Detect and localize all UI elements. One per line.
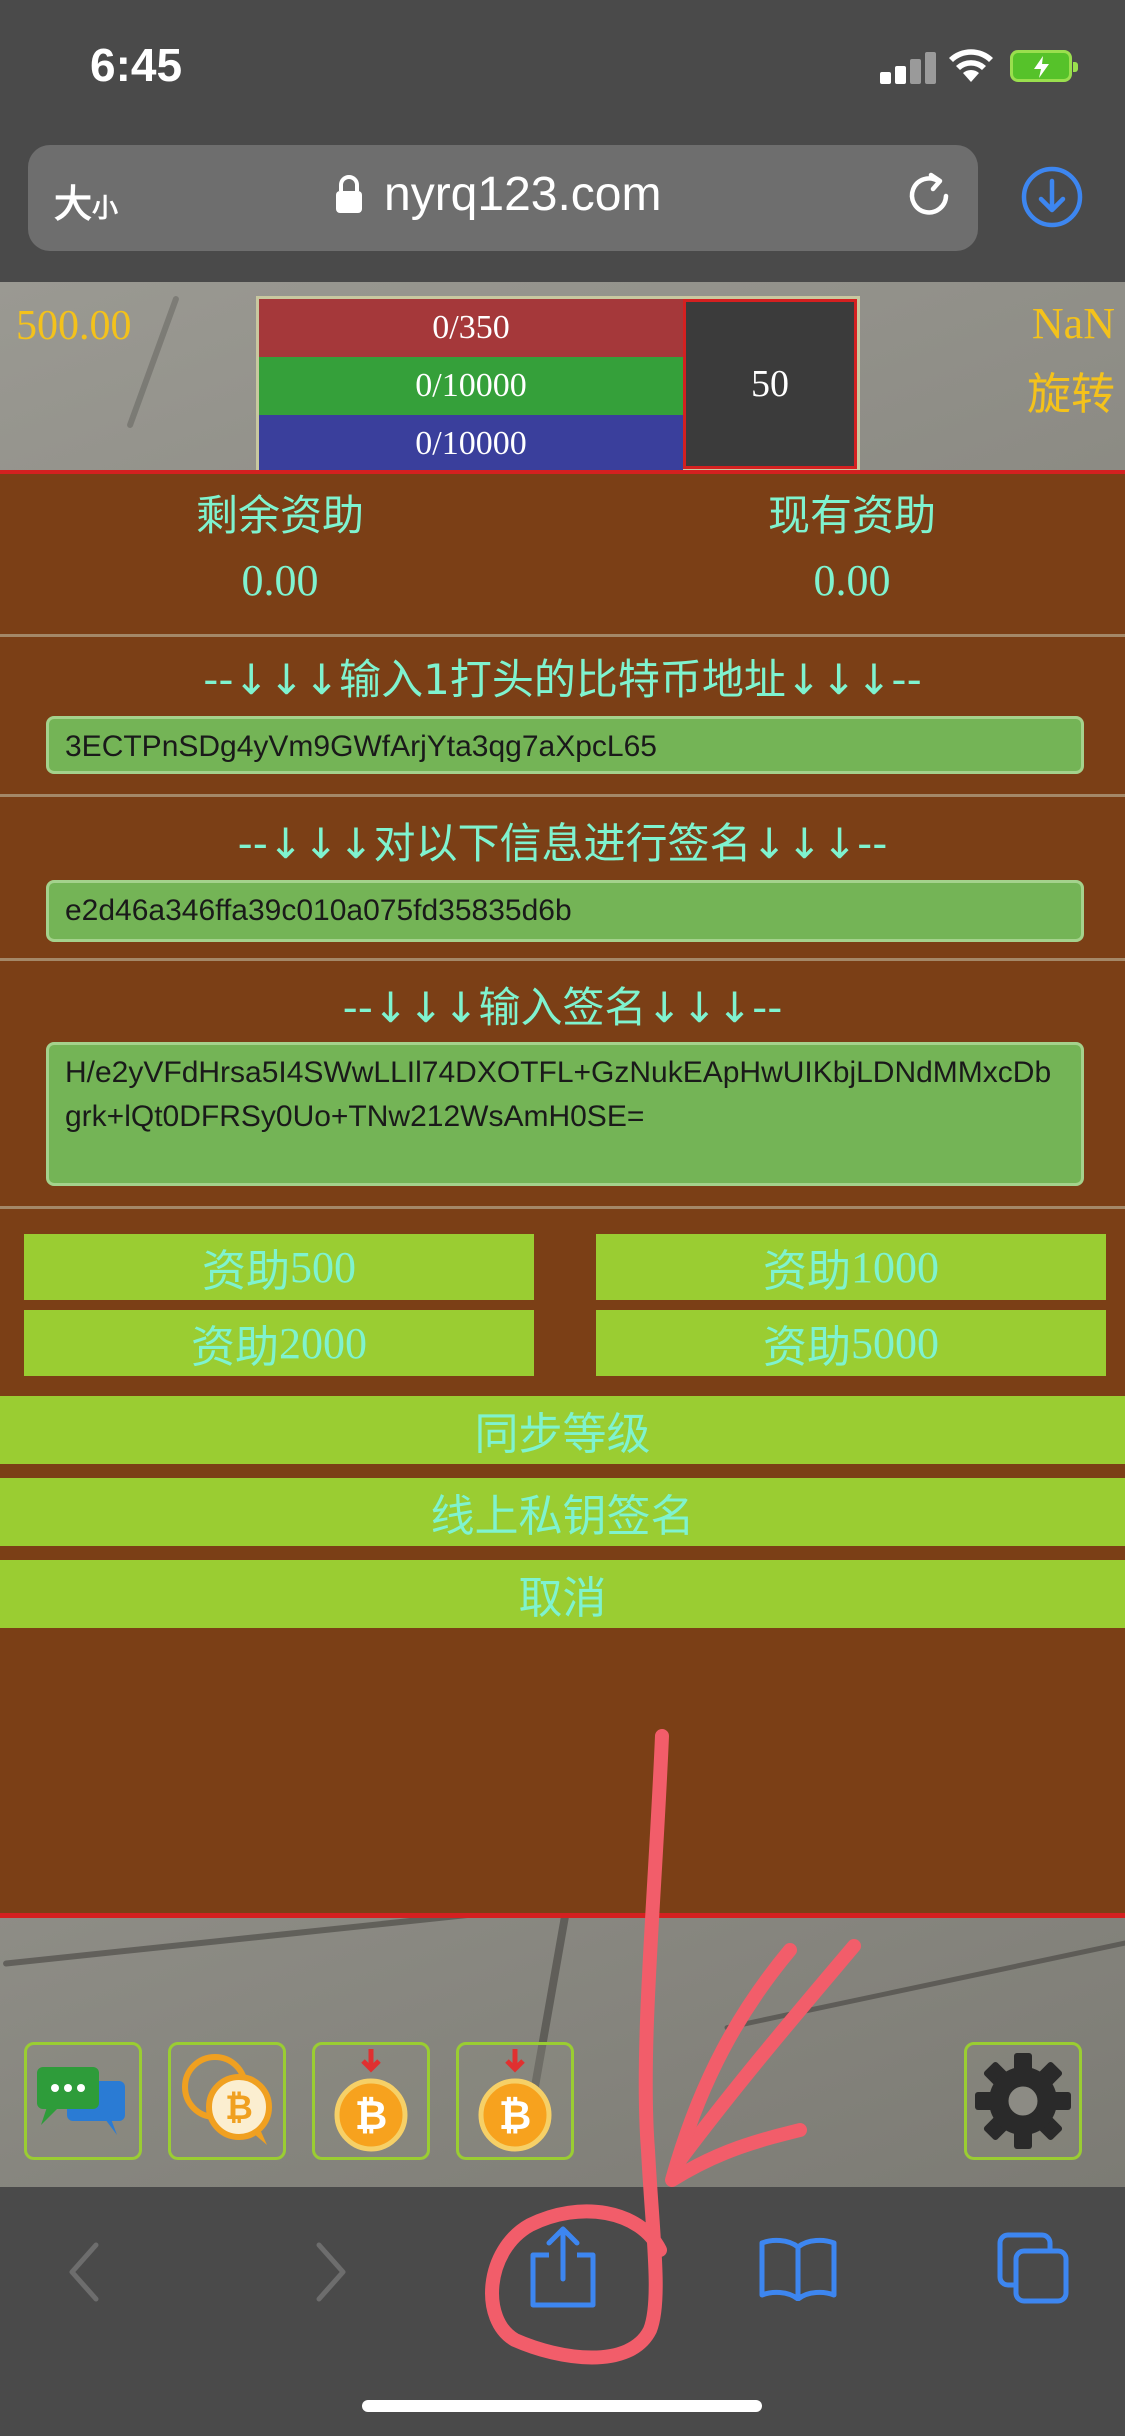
fund-500-button[interactable]: 资助 500 [24,1234,534,1300]
fund-5000-button[interactable]: 资助 5000 [596,1310,1106,1376]
remaining-funds-label: 剩余资助 [195,491,364,540]
battery-charging-icon [1010,50,1078,82]
signature-section-title: --↓↓↓输入签名↓↓↓-- [342,983,783,1032]
svg-text:₿: ₿ [499,2093,532,2139]
back-icon[interactable] [60,2237,110,2307]
funds-row: 剩余资助 0.00 现有资助 0.00 [0,474,1125,634]
forward-icon[interactable] [305,2237,355,2307]
divider [0,1206,1125,1209]
divider [0,794,1125,797]
current-funds-label: 现有资助 [767,491,936,540]
wifi-icon [949,49,993,82]
address-bar[interactable]: 大小 nyrq123.com [28,145,978,251]
gear-icon[interactable] [964,2042,1082,2160]
text-size-small: 小 [92,193,119,223]
bookmarks-icon[interactable] [758,2235,838,2301]
tabs-icon[interactable] [996,2231,1072,2307]
divider [0,634,1125,637]
rotate-button[interactable]: 旋转 [1027,358,1115,422]
money-amount: 500.00 [16,303,132,349]
home-indicator [362,2400,762,2412]
background-crack [126,295,180,429]
url-text: nyrq123.com [384,168,662,221]
level-box: 50 [683,299,857,469]
current-funds: 现有资助 0.00 [662,486,1042,616]
text-size-button[interactable]: 大小 [54,173,118,228]
share-icon[interactable] [525,2225,601,2309]
sync-level-button[interactable]: 同步等级 [0,1396,1125,1464]
bitcoin-download-icon[interactable]: ₿ [456,2042,574,2160]
current-funds-value: 0.00 [813,556,891,605]
fund-5000-num: 5000 [851,1318,939,1368]
address-section-title: --↓↓↓输入1打头的比特币地址↓↓↓-- [203,655,922,704]
web-page: 500.00 NaN 旋转 0/350 0/10000 0/10000 50 剩… [0,282,1125,2187]
stats-bars: 0/350 0/10000 0/10000 50 [256,296,860,473]
status-time: 6:45 [90,39,183,91]
fund-1000-num: 1000 [851,1242,939,1292]
divider [0,958,1125,961]
cellular-signal-icon [880,50,936,84]
browser-toolbar [0,2187,1125,2436]
svg-text:₿: ₿ [225,2088,253,2128]
lock-icon [336,175,362,213]
fund-panel: 剩余资助 0.00 现有资助 0.00 --↓↓↓输入1打头的比特币地址↓↓↓-… [0,470,1125,1918]
fund-1000-prefix: 资助 [763,1246,851,1297]
fund-500-prefix: 资助 [202,1246,290,1297]
chat-icon[interactable] [24,2042,142,2160]
fund-500-num: 500 [290,1242,356,1292]
background-crack [724,1938,1125,2031]
message-input[interactable]: e2d46a346ffa39c010a075fd35835d6b [46,880,1084,942]
nan-value: NaN [1031,299,1115,348]
message-section-title: --↓↓↓对以下信息进行签名↓↓↓-- [237,819,888,868]
browser-chrome-top: 6:45 大小 nyrq123.com [0,0,1125,282]
fund-1000-button[interactable]: 资助 1000 [596,1234,1106,1300]
reload-icon[interactable] [900,167,958,225]
remaining-funds-value: 0.00 [241,556,319,605]
bitcoin-chat-icon[interactable]: ₿ [168,2042,286,2160]
online-sign-button[interactable]: 线上私钥签名 [0,1478,1125,1546]
signature-input[interactable]: H/e2yVFdHrsa5I4SWwLLIl74DXOTFL+GzNukEApH… [46,1042,1084,1186]
text-size-large: 大 [54,184,93,226]
energy-bar: 0/10000 [259,357,683,415]
health-bar: 0/350 [259,299,683,357]
remaining-funds: 剩余资助 0.00 [90,486,470,616]
bitcoin-download-icon[interactable]: ₿ [312,2042,430,2160]
download-icon[interactable] [1020,165,1084,229]
fund-2000-num: 2000 [279,1318,367,1368]
fund-5000-prefix: 资助 [763,1322,851,1373]
fund-2000-prefix: 资助 [191,1322,279,1373]
bitcoin-address-input[interactable]: 3ECTPnSDg4yVm9GWfArjYta3qg7aXpcL65 [46,716,1084,774]
svg-text:₿: ₿ [355,2093,388,2139]
experience-bar: 0/10000 [259,415,683,473]
cancel-button[interactable]: 取消 [0,1560,1125,1628]
fund-2000-button[interactable]: 资助 2000 [24,1310,534,1376]
